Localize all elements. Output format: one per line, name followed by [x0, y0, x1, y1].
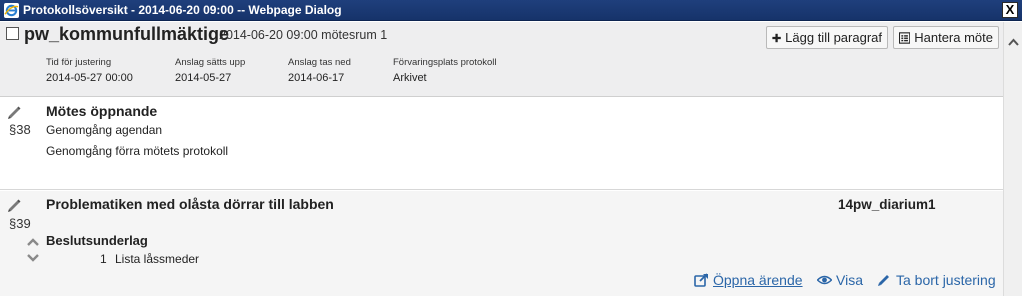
open-case-link[interactable]: Öppna ärende	[694, 272, 803, 288]
agenda-item: §38 Mötes öppnande Genomgång agendan Gen…	[0, 97, 1003, 190]
meta-value-notice-removed: 2014-06-17	[288, 72, 345, 84]
remove-adjustment-link[interactable]: Ta bort justering	[877, 272, 996, 288]
meta-label-adjustment-time: Tid för justering	[46, 57, 112, 68]
manage-meeting-label: Hantera möte	[914, 30, 993, 45]
eye-icon	[817, 275, 832, 285]
pencil-icon	[878, 275, 889, 286]
section-heading: Beslutsunderlag	[46, 233, 148, 248]
scroll-up-arrow-icon[interactable]	[1004, 34, 1022, 50]
add-paragraph-button[interactable]: Lägg till paragraf	[766, 26, 888, 49]
page-title: pw_kommunfullmäktige	[24, 24, 230, 44]
window-title: Protokollsöversikt - 2014-06-20 09:00 --…	[23, 3, 342, 17]
item-title: Problematiken med olåsta dörrar till lab…	[46, 196, 334, 212]
select-checkbox[interactable]	[6, 27, 19, 40]
item-title: Mötes öppnande	[46, 103, 158, 119]
chevron-up-icon[interactable]	[26, 237, 40, 247]
close-button[interactable]: X	[1002, 2, 1018, 18]
meeting-header: pw_kommunfullmäktige 2014-06-20 09:00 mö…	[0, 22, 1003, 97]
meta-value-adjustment-time: 2014-05-27 00:00	[46, 72, 133, 84]
pencil-icon[interactable]	[7, 198, 22, 213]
diarium-number: 14pw_diarium1	[838, 197, 936, 212]
remove-adjustment-label: Ta bort justering	[896, 272, 996, 288]
manage-meeting-button[interactable]: Hantera möte	[893, 26, 999, 49]
meta-value-storage-location: Arkivet	[393, 72, 427, 84]
paragraph-number: §38	[9, 122, 31, 137]
meta-label-notice-removed: Anslag tas ned	[288, 57, 351, 68]
document-number: 1	[100, 252, 107, 266]
item-line: Genomgång agendan	[46, 123, 163, 137]
page-subtitle: 2014-06-20 09:00 mötesrum 1	[219, 28, 388, 42]
external-link-icon	[694, 273, 708, 287]
vertical-scrollbar[interactable]	[1003, 22, 1022, 296]
chevron-down-icon[interactable]	[26, 253, 40, 263]
view-label: Visa	[836, 272, 863, 288]
item-line: Genomgång förra mötets protokoll	[46, 144, 229, 158]
window-titlebar: Protokollsöversikt - 2014-06-20 09:00 --…	[0, 0, 1022, 21]
agenda-item: §39 Problematiken med olåsta dörrar till…	[0, 191, 1003, 296]
paragraph-number: §39	[9, 216, 31, 231]
view-link[interactable]: Visa	[817, 272, 863, 288]
plus-icon	[772, 33, 781, 42]
pencil-icon[interactable]	[7, 105, 22, 120]
ie-app-icon	[4, 3, 19, 18]
meta-value-notice-posted: 2014-05-27	[175, 72, 232, 84]
document-name[interactable]: Lista låssmeder	[115, 252, 199, 266]
meta-label-notice-posted: Anslag sätts upp	[175, 57, 246, 68]
open-case-label: Öppna ärende	[713, 272, 803, 288]
meta-label-storage-location: Förvaringsplats protokoll	[393, 57, 497, 68]
list-icon	[899, 31, 911, 44]
add-paragraph-label: Lägg till paragraf	[785, 30, 882, 45]
